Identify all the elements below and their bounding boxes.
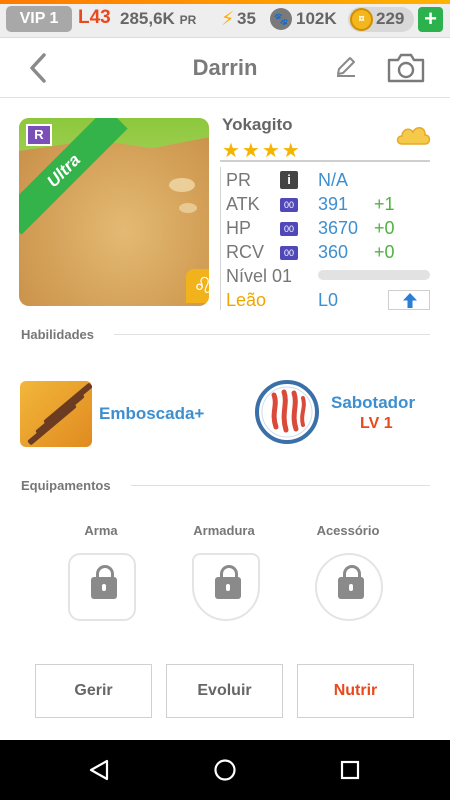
stat-bonus-atk: +1 bbox=[374, 194, 395, 214]
paw-count: 102K bbox=[296, 9, 337, 28]
stats-left-rule bbox=[220, 167, 221, 310]
card-rock bbox=[169, 178, 195, 192]
nav-home-icon[interactable] bbox=[213, 758, 237, 782]
equip-label-weapon: Arma bbox=[84, 523, 118, 538]
equip-label-armor: Armadura bbox=[193, 523, 255, 538]
stat-badge-atk: 00 bbox=[280, 198, 298, 212]
nav-recents-icon[interactable] bbox=[339, 759, 361, 781]
evolve-button[interactable]: Evoluir bbox=[166, 664, 283, 718]
camera-icon[interactable] bbox=[386, 52, 426, 84]
power-rating: 285,6K PR bbox=[120, 9, 196, 29]
weapon-slot[interactable] bbox=[68, 553, 136, 621]
accessory-slot[interactable] bbox=[315, 553, 383, 621]
top-accent-stripe bbox=[0, 0, 450, 4]
equip-label-accessory: Acessório bbox=[316, 523, 380, 538]
coin-icon: ¤ bbox=[350, 8, 373, 31]
skill-name-emboscada[interactable]: Emboscada+ bbox=[99, 404, 204, 424]
stat-label-pr: PR bbox=[226, 170, 252, 190]
lock-icon bbox=[338, 565, 364, 599]
zodiac-name: Leão bbox=[226, 290, 267, 310]
stat-value-atk: 391 bbox=[318, 194, 349, 214]
vip-badge[interactable]: VIP 1 bbox=[6, 6, 72, 32]
stat-badge-hp: 00 bbox=[280, 222, 298, 236]
stat-label-hp: HP bbox=[226, 218, 252, 238]
cloud-icon[interactable] bbox=[394, 120, 432, 150]
power-rating-value: 285,6K bbox=[120, 9, 175, 28]
stat-value-pr: N/A bbox=[318, 170, 349, 190]
resource-bar: VIP 1 L43 285,6K PR ⚡ 35 🐾 102K ¤ 229 + bbox=[0, 0, 450, 38]
edit-icon[interactable] bbox=[333, 54, 359, 80]
paw-icon: 🐾 bbox=[270, 8, 292, 30]
skill-level: LV 1 bbox=[360, 415, 393, 432]
species-name: Yokagito bbox=[222, 115, 293, 134]
stat-value-rcv: 360 bbox=[318, 242, 349, 262]
arrows-skill-icon[interactable] bbox=[20, 381, 92, 447]
monster-card[interactable]: Ultra R ♌ bbox=[19, 118, 209, 306]
feed-button[interactable]: Nutrir bbox=[297, 664, 414, 718]
page-title: Darrin bbox=[192, 55, 258, 80]
nav-back-icon[interactable] bbox=[88, 759, 110, 781]
card-rock bbox=[179, 203, 197, 213]
zodiac-icon: ♌ bbox=[186, 269, 209, 303]
player-level: L43 bbox=[78, 7, 111, 28]
section-divider bbox=[114, 334, 430, 335]
rank-label: L0 bbox=[318, 290, 339, 310]
stat-bonus-hp: +0 bbox=[374, 218, 395, 238]
stat-badge-rcv: 00 bbox=[280, 246, 298, 260]
skills-heading: Habilidades bbox=[21, 327, 94, 342]
stat-value-hp: 3670 bbox=[318, 218, 359, 238]
stat-bonus-rcv: +0 bbox=[374, 242, 395, 262]
rarity-badge: R bbox=[26, 124, 52, 146]
info-icon[interactable]: i bbox=[280, 171, 298, 189]
lock-icon bbox=[215, 565, 241, 599]
xp-bar bbox=[318, 270, 430, 280]
section-divider bbox=[131, 485, 430, 486]
system-nav-bar bbox=[0, 740, 450, 800]
energy-count: 35 bbox=[237, 9, 256, 28]
equipment-heading: Equipamentos bbox=[21, 478, 111, 493]
skill-name-sabotador[interactable]: Sabotador bbox=[331, 393, 415, 413]
manage-button[interactable]: Gerir bbox=[35, 664, 152, 718]
plus-icon: + bbox=[424, 6, 437, 31]
power-rating-suffix: PR bbox=[179, 13, 197, 27]
coin-count: 229 bbox=[376, 9, 405, 28]
level-label: Nível 01 bbox=[226, 266, 293, 286]
armor-slot[interactable] bbox=[192, 553, 260, 621]
upgrade-button[interactable] bbox=[388, 290, 430, 310]
claw-skill-icon[interactable] bbox=[254, 379, 320, 445]
stat-label-atk: ATK bbox=[226, 194, 260, 214]
arrow-shaft bbox=[43, 382, 92, 426]
stat-label-rcv: RCV bbox=[226, 242, 265, 262]
lightning-icon: ⚡ bbox=[221, 9, 235, 30]
lock-icon bbox=[91, 565, 117, 599]
page-header: Darrin bbox=[0, 38, 450, 98]
arrow-up-icon bbox=[403, 293, 417, 308]
stats-divider bbox=[220, 160, 430, 162]
buy-coins-button[interactable]: + bbox=[418, 7, 443, 32]
